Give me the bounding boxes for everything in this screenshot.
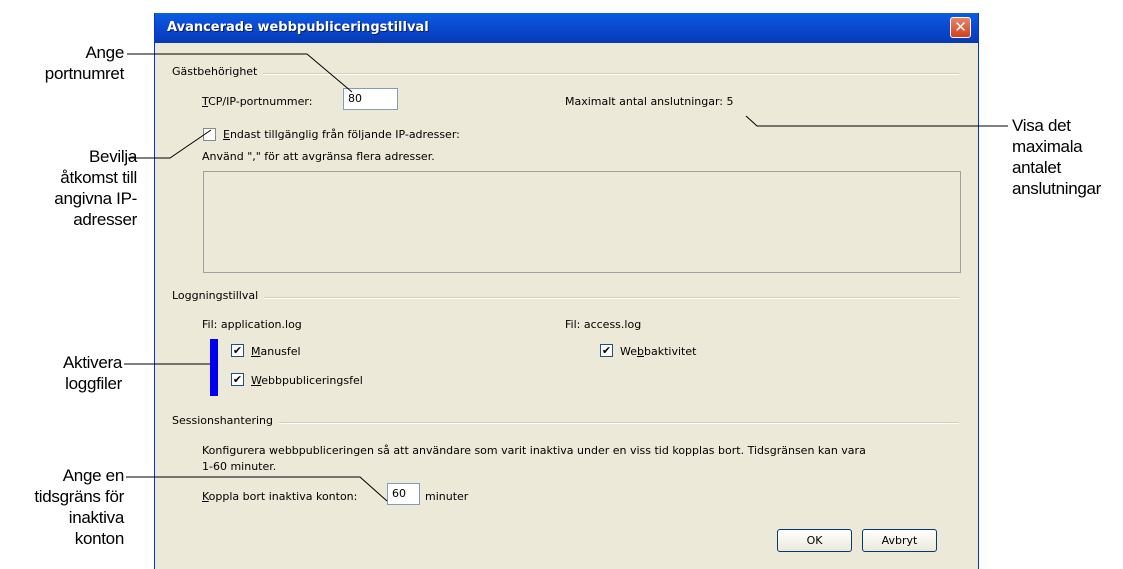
publish-errors-label: Webbpubliceringsfel (251, 374, 363, 387)
callout-timeout-line: konton (74, 529, 125, 548)
callout-ip-line: Bevilja (89, 147, 137, 166)
logging-group-divider (171, 297, 959, 299)
session-group-title: Sessionshantering (172, 414, 279, 427)
timeout-label-accel: K (202, 490, 209, 503)
callout-max-line: antalet (1012, 158, 1061, 177)
dialog-title: Avancerade webbpubliceringstillval (167, 20, 429, 35)
ip-restrict-label: Endast tillgänglig från följande IP-adre… (223, 128, 460, 141)
publish-errors-accel: W (251, 374, 262, 387)
logging-group-title: Loggningstillval (172, 289, 265, 302)
timeout-unit-label: minuter (425, 490, 469, 503)
callout-timeout-line: inaktiva (68, 508, 125, 527)
port-label: TCP/IP-portnummer: (202, 95, 312, 108)
ok-button[interactable]: OK (777, 529, 852, 552)
ip-restrict-text: ndast tillgänglig från följande IP-adres… (229, 128, 460, 141)
callout-max-line: Visa det (1012, 116, 1071, 135)
callout-ip: Bevilja åtkomst till angivna IP- adresse… (30, 146, 137, 230)
web-activity-accel: b (637, 345, 644, 358)
script-errors-accel: M (251, 345, 261, 358)
session-description-line2: 1-60 minuter. (202, 460, 277, 473)
web-activity-text: baktivitet (643, 345, 697, 358)
log-options-highlight-bar (210, 339, 218, 396)
script-errors-checkbox[interactable]: ✔ (231, 344, 244, 357)
callout-max-line: maximala (1012, 137, 1083, 156)
callout-ip-line: åtkomst till (60, 168, 137, 187)
cancel-button[interactable]: Avbryt (862, 529, 937, 552)
port-label-text: CP/IP-portnummer: (208, 95, 313, 108)
callout-timeout-line: Ange en (62, 466, 125, 485)
app-log-label: Fil: application.log (202, 318, 302, 331)
title-bar[interactable]: Avancerade webbpubliceringstillval ✕ (155, 13, 978, 43)
callout-timeout: Ange en tidsgräns för inaktiva konton (20, 465, 124, 549)
ip-restrict-checkbox[interactable] (203, 128, 216, 141)
ip-hint-label: Använd "," för att avgränsa flera adress… (202, 150, 435, 163)
ip-restrict-accel: E (223, 128, 230, 141)
timeout-input[interactable]: 60 (387, 483, 420, 505)
callout-port-line: Ange (85, 43, 124, 62)
session-description-line1: Konfigurera webbpubliceringen så att anv… (202, 444, 866, 457)
callout-ip-line: angivna IP- (54, 189, 137, 208)
callout-max-connections: Visa det maximala antalet anslutningar (1012, 115, 1122, 199)
script-errors-text: anusfel (260, 345, 301, 358)
access-log-label: Fil: access.log (565, 318, 642, 331)
callout-timeout-line: tidsgräns för (34, 487, 124, 506)
callout-logs-line: loggfiler (65, 374, 122, 393)
web-activity-prefix: We (620, 345, 637, 358)
script-errors-label: Manusfel (251, 345, 301, 358)
port-input[interactable]: 80 (343, 88, 398, 110)
dialog-window: Avancerade webbpubliceringstillval ✕ Gäs… (154, 13, 979, 569)
web-activity-checkbox[interactable]: ✔ (600, 344, 613, 357)
ip-addresses-textarea[interactable] (203, 171, 961, 273)
callout-port: Ange portnumret (40, 42, 125, 84)
timeout-label: Koppla bort inaktiva konton: (202, 490, 357, 503)
callout-max-line: anslutningar (1012, 179, 1102, 198)
callout-logs-line: Aktivera (62, 353, 122, 372)
guest-group-divider (171, 73, 959, 75)
callout-port-line: portnumret (44, 64, 125, 83)
publish-errors-text: ebbpubliceringsfel (261, 374, 363, 387)
session-group-divider (171, 422, 959, 424)
close-button[interactable]: ✕ (950, 17, 971, 38)
max-connections-label: Maximalt antal anslutningar: 5 (565, 95, 734, 108)
timeout-label-text: oppla bort inaktiva konton: (208, 490, 358, 503)
web-activity-label: Webbaktivitet (620, 345, 696, 358)
callout-logs: Aktivera loggfiler (30, 352, 122, 394)
guest-group-title: Gästbehörighet (172, 65, 264, 78)
close-icon: ✕ (954, 18, 967, 36)
callout-ip-line: adresser (73, 210, 137, 229)
publish-errors-checkbox[interactable]: ✔ (231, 373, 244, 386)
